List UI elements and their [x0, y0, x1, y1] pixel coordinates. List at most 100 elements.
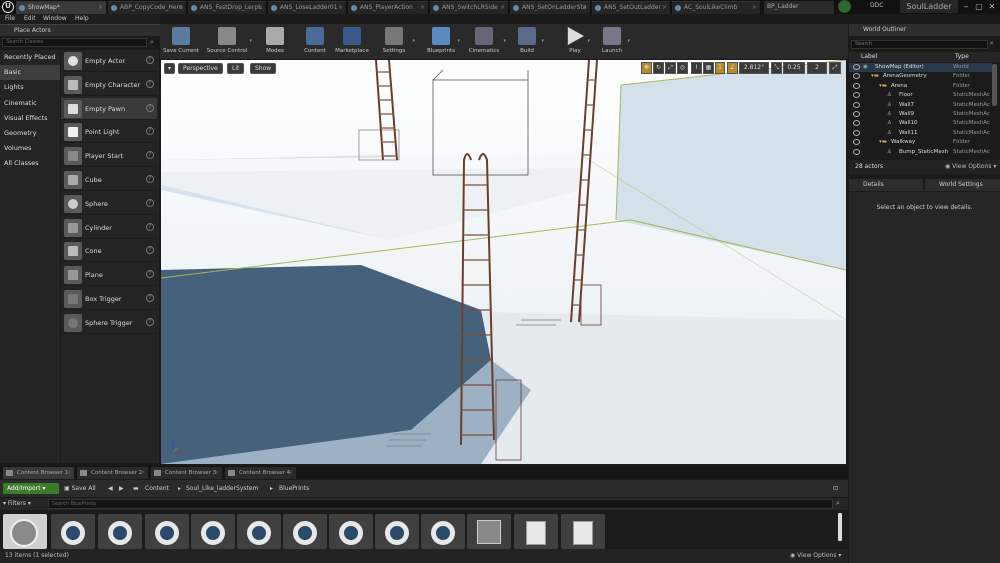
view-options-button[interactable]: ◉ View Options ▾ — [790, 552, 841, 559]
level-viewport[interactable]: ▾ Perspective Lit Show ✥ ↻ ⤢ ◎ ⌇ ▦ 1 ∠ 2… — [161, 60, 846, 464]
outliner-row[interactable]: ▾▬ Walkway Folder — [849, 138, 992, 147]
asset-tile[interactable] — [51, 514, 95, 549]
close-tab-icon[interactable]: × — [582, 2, 587, 14]
lit-button[interactable]: Lit — [227, 63, 245, 74]
dropdown-caret-icon[interactable]: ▾ — [249, 38, 252, 44]
angle-snap-value[interactable]: 2.812° — [739, 62, 769, 74]
content-browser-tab[interactable]: Content Browser 4 × — [225, 467, 296, 479]
visibility-eye-icon[interactable] — [853, 92, 860, 99]
breadcrumb-content[interactable]: Content — [145, 483, 169, 494]
outliner-row[interactable]: ▾▬ ArenaGeometry Folder — [849, 72, 992, 81]
asset-scrollbar[interactable] — [838, 513, 842, 541]
outliner-row[interactable]: ♙ Wall11 StaticMeshAc — [849, 129, 992, 138]
unreal-logo-icon[interactable]: U — [2, 1, 14, 13]
toolbar-content-button[interactable]: Content — [299, 24, 331, 59]
actor-item[interactable]: Sphere Trigger? — [61, 312, 157, 334]
category-geometry[interactable]: Geometry — [0, 126, 60, 141]
dropdown-caret-icon[interactable]: ▾ — [503, 38, 506, 44]
grid-snap-icon[interactable]: ▦ — [703, 62, 714, 74]
close-tab-icon[interactable]: × — [288, 467, 293, 479]
help-icon[interactable]: ? — [146, 294, 154, 302]
outliner-row[interactable]: ♙ Wall9 StaticMeshAc — [849, 110, 992, 119]
toolbar-cinematics-button[interactable]: Cinematics ▾ — [462, 24, 506, 59]
asset-tile[interactable] — [561, 514, 605, 549]
category-recently-placed[interactable]: Recently Placed — [0, 50, 60, 65]
visibility-eye-icon[interactable] — [853, 82, 860, 89]
help-icon[interactable]: ? — [146, 175, 154, 183]
asset-tile[interactable] — [467, 514, 511, 549]
actor-item[interactable]: Empty Actor? — [61, 50, 157, 72]
close-tab-icon[interactable]: × — [662, 2, 667, 14]
document-tab[interactable]: ANS_SetOutLadder × — [592, 1, 670, 14]
close-tab-icon[interactable]: × — [338, 2, 343, 14]
dropdown-caret-icon[interactable]: ▾ — [541, 38, 544, 44]
asset-tile[interactable] — [283, 514, 327, 549]
outliner-row[interactable]: ♙ Bump_StaticMesh StaticMeshAc — [849, 148, 992, 157]
document-tab[interactable]: ANS_FastDrop_LerpL × — [188, 1, 266, 14]
visibility-eye-icon[interactable] — [853, 139, 860, 146]
close-tab-icon[interactable]: × — [500, 2, 505, 14]
search-classes-input[interactable]: Search Classes — [2, 38, 147, 47]
asset-tile[interactable] — [98, 514, 142, 549]
outliner-row[interactable]: ♙ Wall10 StaticMeshAc — [849, 119, 992, 128]
close-tab-icon[interactable]: × — [98, 2, 103, 14]
category-lights[interactable]: Lights — [0, 80, 60, 95]
outliner-scrollbar[interactable] — [992, 64, 997, 106]
filters-button[interactable]: ▾ Filters ▾ — [3, 499, 31, 509]
perspective-button[interactable]: Perspective — [178, 63, 223, 74]
category-visual-effects[interactable]: Visual Effects — [0, 111, 60, 126]
actor-item[interactable]: Sphere? — [61, 193, 157, 215]
content-browser-tab[interactable]: Content Browser 2 × — [77, 467, 148, 479]
grid-snap-value[interactable]: 1 — [715, 62, 725, 74]
toolbar-source-control-button[interactable]: Source Control ▾ — [202, 24, 252, 59]
minimize-icon[interactable]: ‒ — [960, 1, 972, 13]
help-icon[interactable]: ? — [146, 79, 154, 88]
actor-item[interactable]: Player Start? — [61, 145, 157, 168]
asset-tile[interactable] — [514, 514, 558, 549]
document-tab[interactable]: ANS_PlayerAction × — [348, 1, 428, 14]
scale-snap-value[interactable]: 0.25 — [783, 62, 805, 74]
back-arrow-icon[interactable]: ◀ — [108, 483, 113, 494]
dropdown-caret-icon[interactable]: ▾ — [457, 38, 460, 44]
toolbar-blueprints-button[interactable]: Blueprints ▾ — [422, 24, 460, 59]
close-tab-icon[interactable]: × — [140, 467, 145, 479]
actor-item[interactable]: Cube? — [61, 169, 157, 191]
visibility-eye-icon[interactable] — [853, 101, 860, 108]
breadcrumb-soul-like[interactable]: Soul_Like_ladderSystem — [186, 483, 258, 494]
viewport-options-icon[interactable]: ▾ — [164, 63, 175, 74]
dropdown-caret-icon[interactable]: ▾ — [587, 38, 590, 44]
maximize-viewport-icon[interactable]: ⤢ — [829, 62, 841, 74]
asset-tile[interactable] — [191, 514, 235, 549]
close-icon[interactable]: ✕ — [986, 1, 998, 13]
outliner-row[interactable]: ♙ Floor StaticMeshAc — [849, 91, 992, 100]
tab-details[interactable]: Details — [849, 179, 923, 191]
world-local-icon[interactable]: ◎ — [677, 62, 688, 74]
category-cinematic[interactable]: Cinematic — [0, 96, 60, 111]
column-type[interactable]: Type — [955, 52, 969, 62]
close-tab-icon[interactable]: × — [752, 2, 757, 14]
help-icon[interactable]: ? — [146, 151, 154, 160]
actor-item[interactable]: Empty Pawn? — [61, 97, 157, 120]
dropdown-caret-icon[interactable]: ▾ — [412, 38, 415, 44]
visibility-eye-icon[interactable] — [853, 73, 860, 80]
actor-item[interactable]: Cylinder? — [61, 217, 157, 239]
category-all-classes[interactable]: All Classes — [0, 156, 60, 171]
outliner-row[interactable]: ▾▬ Arena Folder — [849, 82, 992, 91]
toolbar-marketplace-button[interactable]: Marketplace — [332, 24, 372, 59]
asset-tile[interactable] — [145, 514, 189, 549]
outliner-row[interactable]: ♙ Wall7 StaticMeshAc — [849, 101, 992, 110]
close-tab-icon[interactable]: × — [258, 2, 263, 14]
document-tab[interactable]: ShowMap* × — [16, 1, 106, 14]
camera-speed-value[interactable]: 2 — [807, 62, 827, 74]
visibility-eye-icon[interactable] — [853, 64, 860, 70]
outliner-row[interactable]: ◉ ShowMap (Editor) World — [849, 63, 992, 72]
help-icon[interactable]: ? — [146, 198, 154, 207]
source-control-status-icon[interactable] — [838, 0, 851, 13]
help-icon[interactable]: ? — [146, 222, 154, 231]
asset-tile[interactable] — [3, 514, 47, 549]
toolbar-launch-button[interactable]: Launch ▾ — [594, 24, 630, 59]
outliner-view-options-button[interactable]: ◉ View Options ▾ — [945, 160, 996, 174]
asset-tile[interactable] — [237, 514, 281, 549]
close-tab-icon[interactable]: × — [178, 2, 183, 14]
visibility-eye-icon[interactable] — [853, 111, 860, 117]
